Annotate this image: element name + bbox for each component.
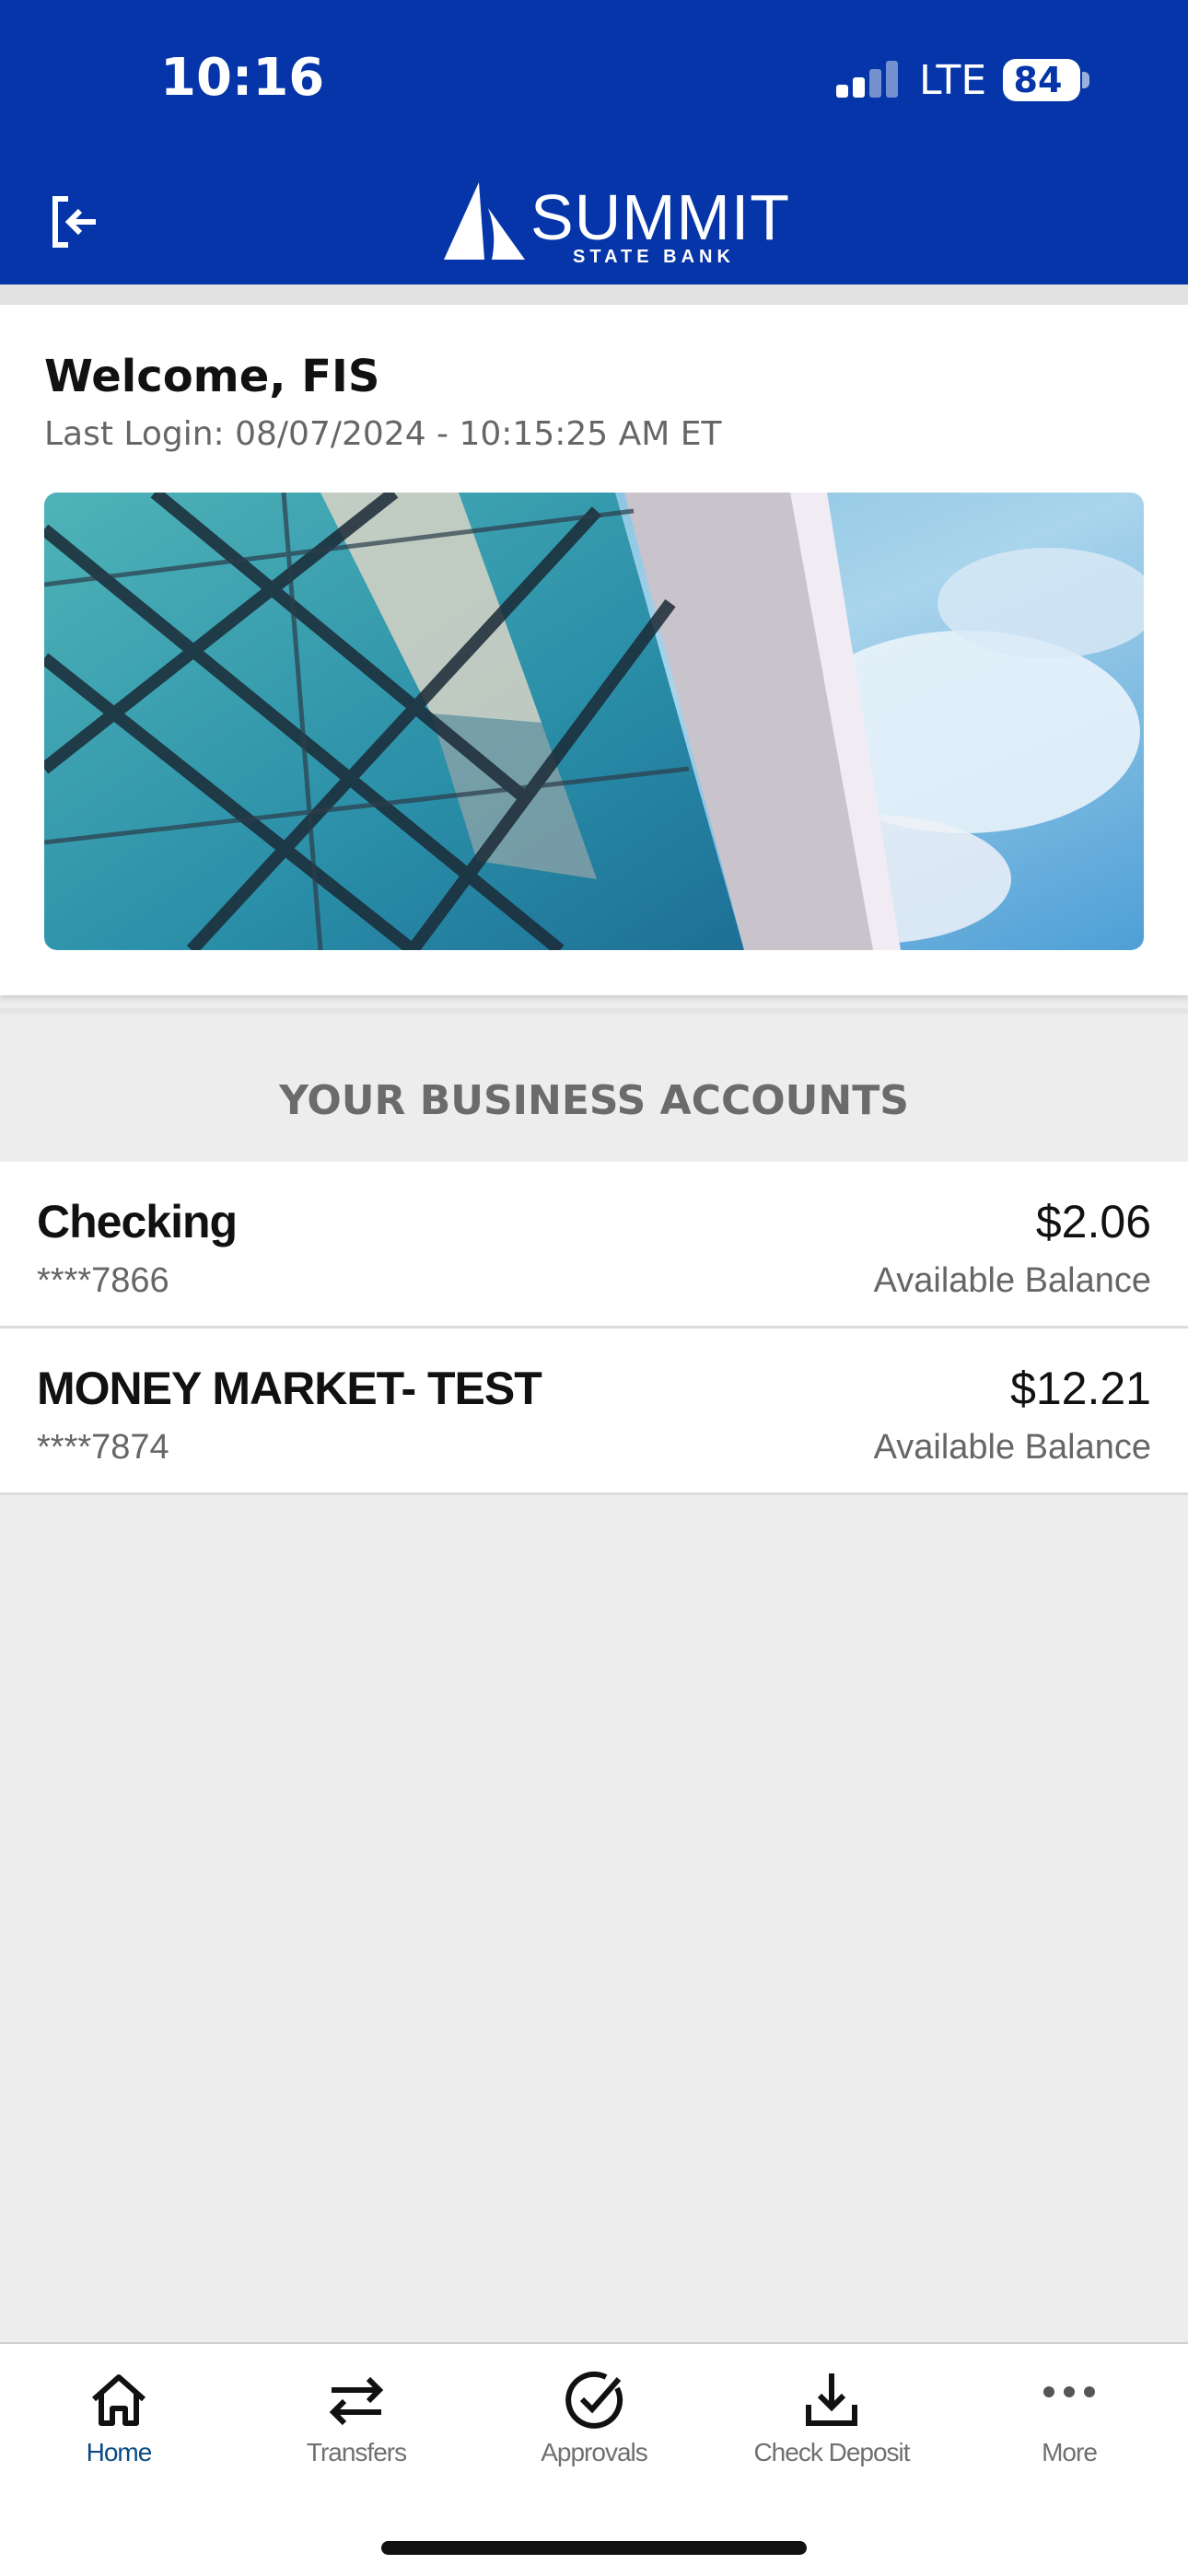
- tab-transfers[interactable]: Transfers: [238, 2344, 475, 2510]
- status-time: 10:16: [160, 48, 325, 108]
- home-icon: [92, 2374, 146, 2426]
- account-balance: $12.21: [1010, 1363, 1151, 1414]
- tab-more-label: More: [1042, 2438, 1098, 2466]
- tab-transfers-label: Transfers: [306, 2438, 407, 2466]
- account-balance-label: Available Balance: [873, 1261, 1151, 1300]
- account-number: ****7874: [37, 1428, 169, 1467]
- tab-check-deposit[interactable]: Check Deposit: [713, 2344, 950, 2510]
- app-header: 10:16 LTE 84 SUMMIT STATE BANK: [0, 0, 1188, 284]
- account-name: MONEY MARKET- TEST: [37, 1363, 542, 1414]
- account-name: Checking: [37, 1196, 238, 1247]
- header-divider: [0, 284, 1188, 305]
- check-circle-icon: [565, 2371, 623, 2429]
- logout-icon[interactable]: [48, 193, 105, 250]
- account-row-money-market[interactable]: MONEY MARKET- TEST ****7874 $12.21 Avail…: [0, 1329, 1188, 1495]
- download-tray-icon: [806, 2373, 857, 2426]
- logo-name: SUMMIT: [530, 181, 791, 253]
- account-balance: $2.06: [1035, 1196, 1151, 1247]
- home-indicator[interactable]: [381, 2541, 807, 2555]
- tab-home[interactable]: Home: [0, 2344, 238, 2510]
- mountain-logo-icon: [444, 182, 525, 260]
- accounts-heading: YOUR BUSINESS ACCOUNTS: [279, 1077, 909, 1124]
- welcome-title: Welcome, FIS: [44, 351, 380, 402]
- account-number: ****7866: [37, 1261, 169, 1300]
- tab-approvals-label: Approvals: [541, 2438, 648, 2466]
- account-row-checking[interactable]: Checking ****7866 $2.06 Available Balanc…: [0, 1162, 1188, 1329]
- signal-strength-icon: [836, 61, 901, 98]
- banner-image: [44, 493, 1144, 950]
- welcome-card: Welcome, FIS Last Login: 08/07/2024 - 10…: [0, 305, 1188, 995]
- battery-nub: [1082, 72, 1089, 88]
- transfer-arrows-icon: [329, 2376, 384, 2426]
- last-login-text: Last Login: 08/07/2024 - 10:15:25 AM ET: [44, 415, 722, 453]
- tab-more[interactable]: More: [950, 2344, 1188, 2510]
- account-balance-label: Available Balance: [873, 1428, 1151, 1467]
- summit-state-bank-logo: SUMMIT STATE BANK: [437, 175, 789, 276]
- tab-home-label: Home: [86, 2438, 153, 2466]
- logo-subtitle: STATE BANK: [573, 247, 735, 267]
- battery-icon: 84: [1003, 59, 1080, 101]
- battery-level: 84: [1013, 60, 1063, 100]
- more-dots-icon: [1043, 2386, 1095, 2397]
- section-divider: [0, 1008, 1188, 1014]
- tab-check-deposit-label: Check Deposit: [753, 2438, 910, 2466]
- network-type: LTE: [919, 57, 987, 104]
- tab-approvals[interactable]: Approvals: [475, 2344, 713, 2510]
